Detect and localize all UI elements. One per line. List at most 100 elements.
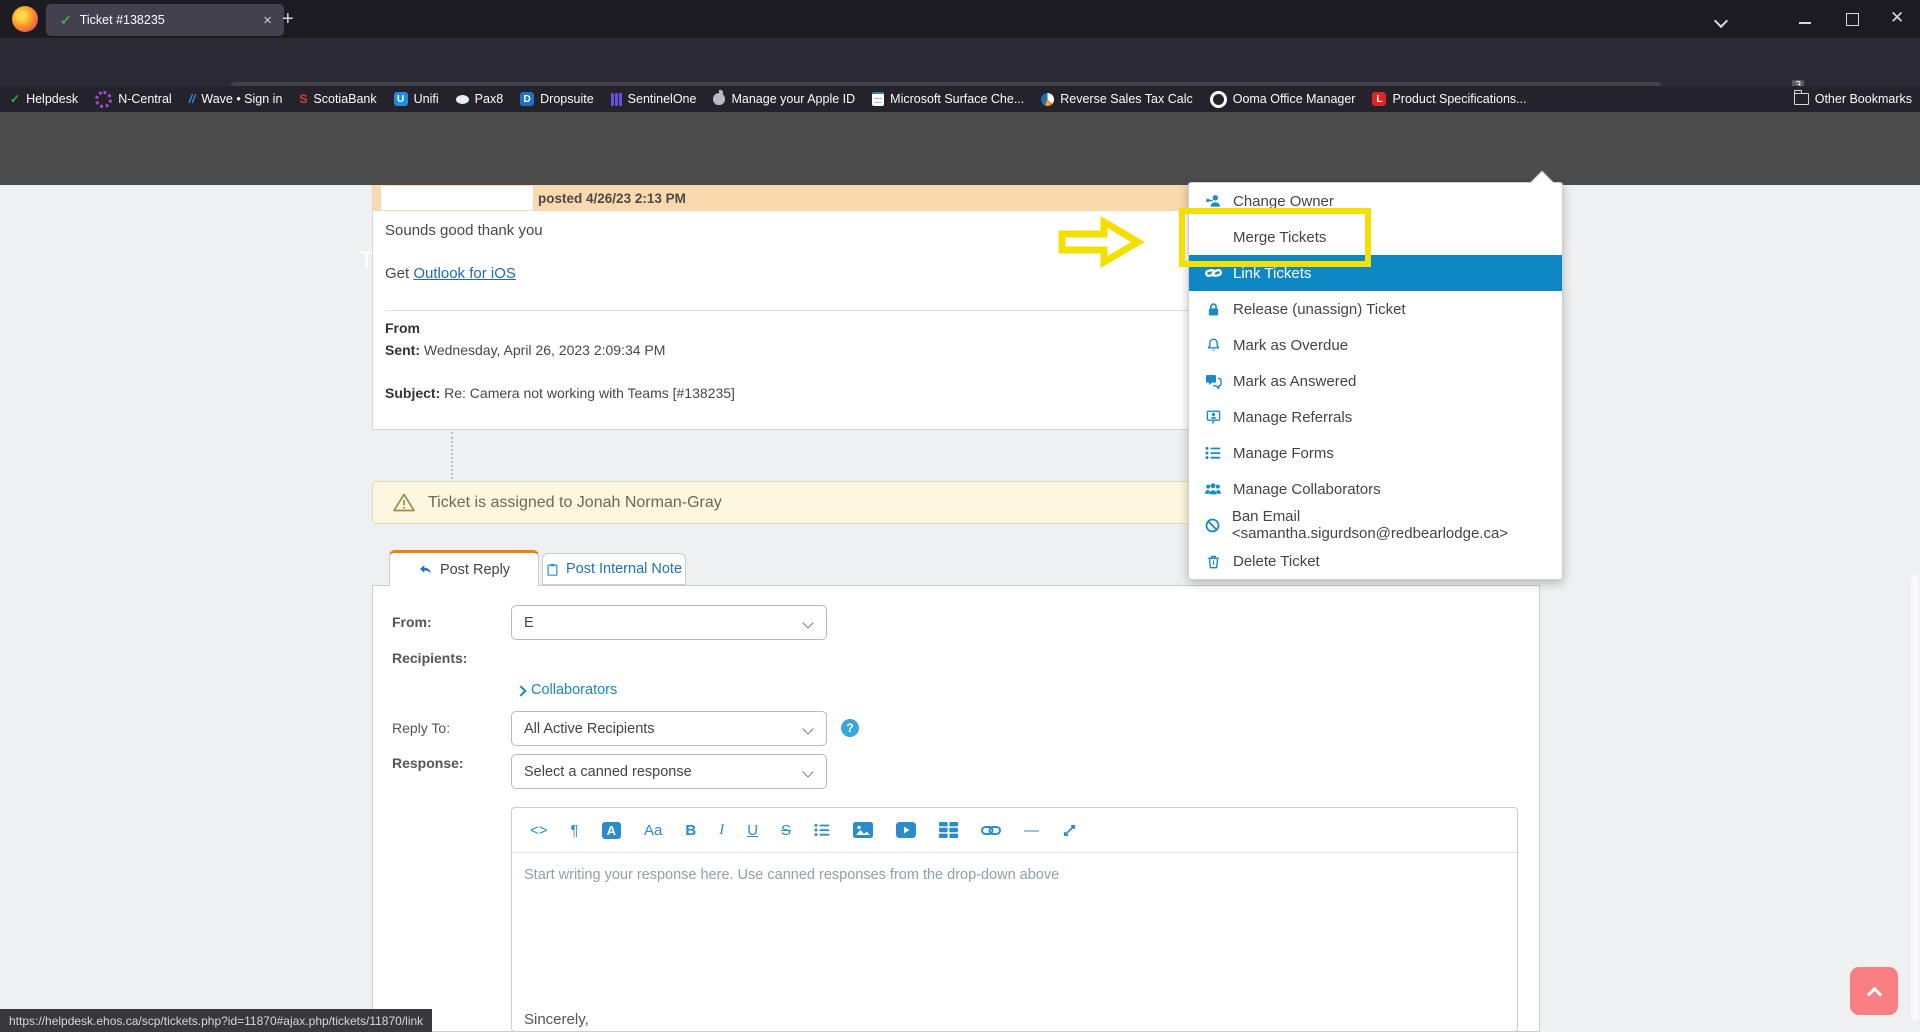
outlook-link[interactable]: Outlook for iOS [413, 265, 516, 282]
bookmark-label: Ooma Office Manager [1233, 92, 1356, 106]
bookmark-item[interactable]: LProduct Specifications... [1372, 92, 1526, 106]
firefox-logo-icon[interactable] [12, 6, 38, 32]
unifi-icon: U [394, 92, 408, 106]
scroll-to-top-button[interactable] [1850, 967, 1898, 1015]
replyto-select[interactable]: All Active Recipients [511, 711, 827, 746]
browser-nav-bar: https://helpdesk.ehos.ca/scp/tickets.php… [0, 38, 1920, 86]
bookmark-label: Pax8 [475, 92, 504, 106]
insert-image-icon[interactable] [853, 822, 873, 838]
bookmark-item[interactable]: Pax8 [456, 92, 504, 106]
document-icon [872, 92, 884, 106]
trash-icon [1202, 554, 1224, 569]
menu-item-manage-collaborators[interactable]: Manage Collaborators [1189, 471, 1562, 507]
replyto-value: All Active Recipients [524, 721, 655, 737]
menu-item-delete-ticket[interactable]: Delete Ticket [1189, 543, 1562, 579]
insert-video-icon[interactable] [896, 822, 916, 838]
bookmark-label: Wave • Sign in [201, 92, 282, 106]
bookmarks-list: ✓Helpdesk N-Central // Wave • Sign in SScoti… [10, 91, 1544, 108]
fullscreen-icon[interactable] [1062, 823, 1077, 838]
bookmarks-bar: ✓Helpdesk N-Central // Wave • Sign in SScoti… [0, 86, 1920, 112]
page-scrollbar[interactable] [1911, 575, 1919, 1020]
annotation-arrow-icon [1056, 216, 1144, 268]
from-label: From: [392, 614, 432, 630]
window-minimize-button[interactable] [1799, 22, 1811, 24]
lock-icon [1202, 302, 1224, 317]
menu-item-label: Delete Ticket [1233, 553, 1320, 570]
bookmark-item[interactable]: Manage your Apple ID [713, 92, 855, 106]
text-color-icon[interactable]: A [602, 822, 621, 839]
ooma-o-icon [1210, 91, 1227, 108]
response-label: Response: [392, 755, 464, 771]
menu-item-label: Mark as Answered [1233, 373, 1356, 390]
menu-item-label: Link Tickets [1233, 265, 1311, 282]
bookmark-item[interactable]: Reverse Sales Tax Calc [1041, 92, 1192, 106]
editor-signature: Sincerely, [524, 1011, 589, 1028]
bookmark-item[interactable]: N-Central [95, 91, 172, 108]
underline-icon[interactable]: U [747, 822, 758, 839]
tab-post-reply[interactable]: Post Reply [389, 550, 539, 586]
bookmark-item[interactable]: SentinelOne [611, 92, 697, 106]
bookmark-label: Manage your Apple ID [731, 92, 855, 106]
horizontal-rule-icon[interactable]: — [1024, 822, 1039, 839]
bookmark-label: Unifi [414, 92, 439, 106]
bookmark-item[interactable]: DDropsuite [520, 92, 594, 106]
response-select[interactable]: Select a canned response [511, 754, 827, 789]
italic-icon[interactable]: I [719, 822, 724, 839]
bookmark-label: Microsoft Surface Che... [890, 92, 1024, 106]
wave-icon: // [189, 92, 196, 106]
scotia-s-icon: S [299, 92, 307, 106]
menu-item-manage-forms[interactable]: Manage Forms [1189, 435, 1562, 471]
status-link-preview: https://helpdesk.ehos.ca/scp/tickets.php… [0, 1009, 432, 1032]
bookmark-label: Product Specifications... [1392, 92, 1526, 106]
tab-post-reply-label: Post Reply [440, 562, 510, 578]
menu-item-manage-referrals[interactable]: Manage Referrals [1189, 399, 1562, 435]
bookmark-label: Helpdesk [26, 92, 78, 106]
quoted-email-header: From Sent: Wednesday, April 26, 2023 2:0… [385, 318, 735, 404]
insert-link-icon[interactable] [981, 825, 1001, 836]
bookmark-item[interactable]: Microsoft Surface Che... [872, 92, 1024, 106]
link-chain-icon [1202, 267, 1224, 279]
from-select[interactable]: E [511, 605, 827, 640]
list-icon [1202, 446, 1224, 460]
new-tab-button[interactable]: + [282, 9, 294, 29]
bullet-list-icon[interactable] [814, 823, 830, 837]
strikethrough-icon[interactable]: S [781, 822, 791, 839]
replyto-label: Reply To: [392, 720, 450, 736]
window-close-button[interactable]: ✕ [1890, 8, 1904, 28]
reply-icon [418, 563, 433, 576]
bookmark-item[interactable]: Ooma Office Manager [1210, 91, 1356, 108]
collaborators-link[interactable]: Collaborators [517, 682, 617, 698]
menu-item-ban-email[interactable]: Ban Email <samantha.sigurdson@redbearlod… [1189, 507, 1562, 543]
bold-icon[interactable]: B [685, 822, 696, 839]
browser-tab[interactable]: ✓ Ticket #138235 × [46, 4, 284, 36]
bookmark-item[interactable]: ✓Helpdesk [10, 92, 78, 106]
paragraph-icon[interactable]: ¶ [571, 822, 579, 839]
bookmark-item[interactable]: // Wave • Sign in [189, 92, 283, 106]
tab-close-icon[interactable]: × [259, 12, 276, 29]
source-code-icon[interactable]: <> [530, 822, 548, 839]
insert-table-icon[interactable] [939, 822, 958, 838]
other-bookmarks-label: Other Bookmarks [1815, 92, 1912, 106]
tab-post-internal-note[interactable]: Post Internal Note [542, 553, 686, 585]
menu-item-label: Manage Collaborators [1233, 481, 1381, 498]
editor-placeholder: Start writing your response here. Use ca… [524, 867, 1517, 883]
users-icon [1202, 482, 1224, 496]
bookmark-item[interactable]: U Unifi [394, 92, 439, 106]
gear-ring-icon [95, 91, 112, 108]
tab-favicon-check-icon: ✓ [60, 12, 72, 29]
list-tabs-icon[interactable] [1716, 13, 1726, 31]
help-icon[interactable]: ? [841, 719, 859, 737]
bookmark-label: Reverse Sales Tax Calc [1060, 92, 1192, 106]
other-bookmarks-button[interactable]: Other Bookmarks [1794, 86, 1912, 112]
font-size-icon[interactable]: Aa [644, 822, 662, 839]
response-editor[interactable]: <> ¶ A Aa B I U S — Start writing your response … [511, 807, 1518, 1032]
menu-item-mark-as[interactable]: Mark as Answered [1189, 363, 1562, 399]
from-value: E [524, 615, 534, 631]
thread-connector-line [451, 432, 453, 479]
menu-item-release-unassign[interactable]: Release (unassign) Ticket [1189, 291, 1562, 327]
menu-item-mark-as[interactable]: Mark as Overdue [1189, 327, 1562, 363]
clipboard-icon [546, 562, 559, 577]
window-maximize-button[interactable] [1846, 13, 1859, 26]
apple-icon [713, 93, 725, 105]
bookmark-item[interactable]: SScotiaBank [299, 92, 376, 106]
